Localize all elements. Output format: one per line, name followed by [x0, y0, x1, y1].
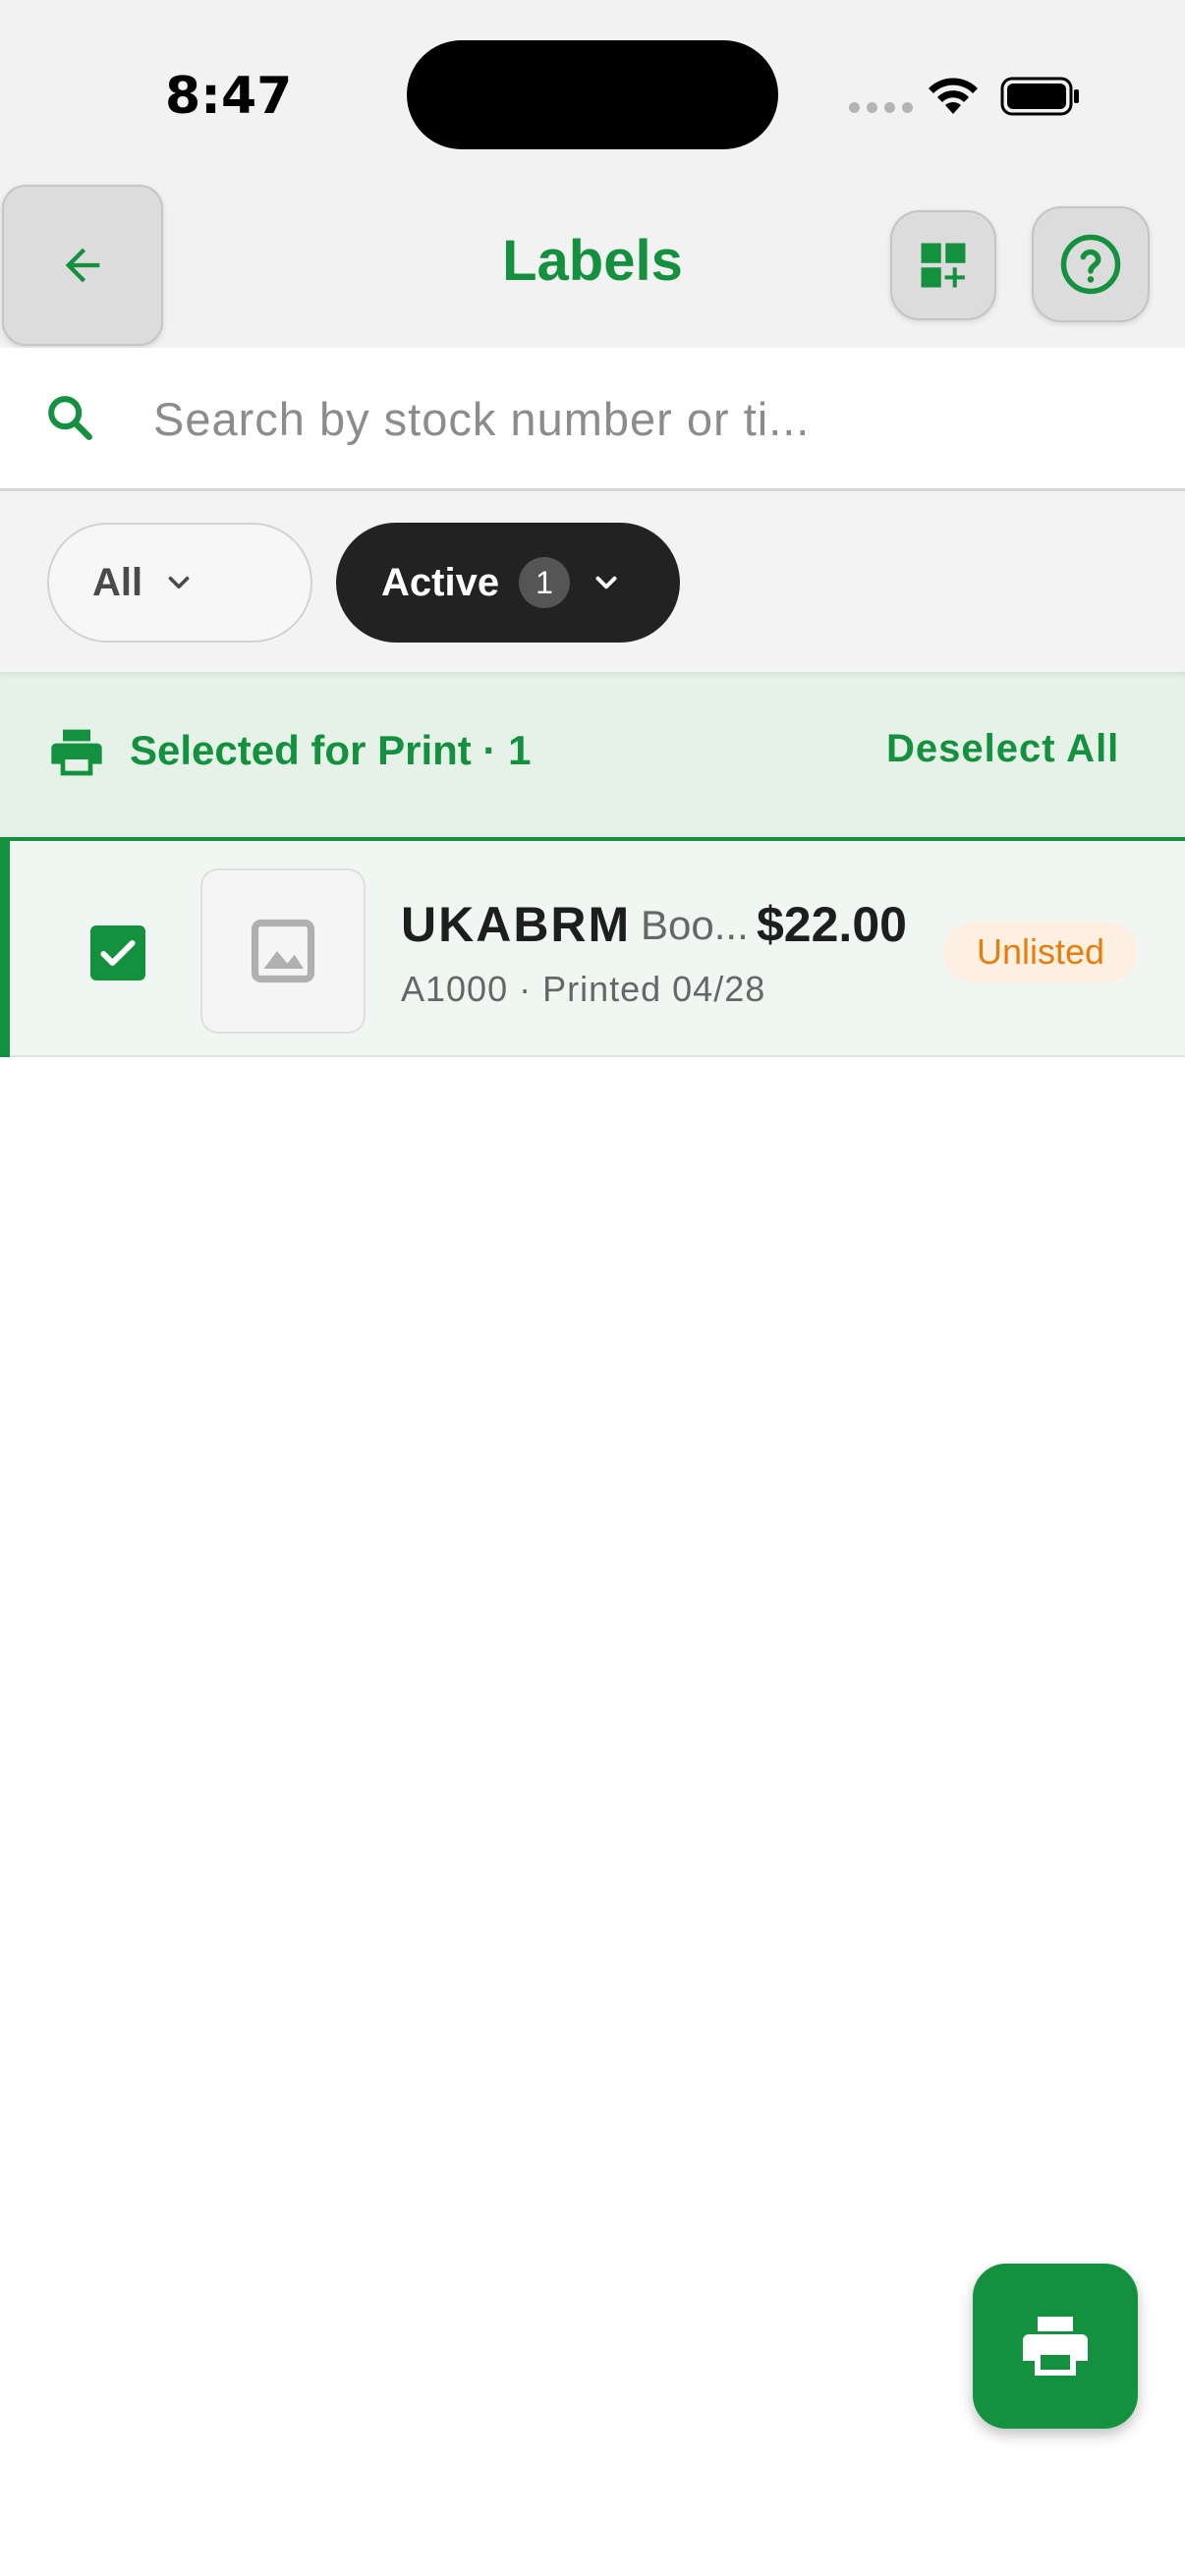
printer-icon	[51, 729, 102, 776]
battery-icon	[1000, 77, 1079, 116]
image-placeholder-icon	[251, 919, 315, 983]
filter-count-badge: 1	[519, 557, 571, 608]
selected-count-text: Selected for Print · 1	[130, 727, 532, 773]
check-icon	[100, 939, 136, 967]
printer-icon	[1023, 2317, 1088, 2376]
status-time: 8:47	[165, 67, 293, 126]
item-title: Boo...	[641, 902, 749, 948]
chevron-down-icon	[595, 576, 617, 589]
filter-all-label: All	[92, 560, 143, 604]
cellular-signal-icon	[849, 102, 913, 113]
search-icon	[48, 396, 92, 440]
list-item[interactable]: UKABRM Boo... $22.00 A1000 · Printed 04/…	[0, 837, 1185, 1057]
filter-active-dropdown[interactable]: Active 1	[336, 523, 680, 643]
item-thumbnail	[200, 868, 366, 1034]
chevron-down-icon	[168, 576, 190, 589]
item-code: UKABRM	[401, 897, 632, 952]
item-price: $22.00	[757, 897, 907, 952]
arrow-left-icon	[65, 248, 100, 283]
search-bar	[0, 348, 1185, 491]
wifi-icon	[929, 78, 978, 114]
print-fab-button[interactable]	[973, 2264, 1138, 2429]
filter-active-label: Active	[381, 560, 500, 604]
back-button[interactable]	[2, 185, 163, 346]
filter-row: All Active 1	[0, 491, 1185, 672]
help-circle-icon	[1060, 234, 1121, 295]
selection-banner: Selected for Print · 1 Deselect All	[0, 672, 1185, 837]
add-label-button[interactable]	[890, 210, 996, 320]
page-title: Labels	[502, 229, 683, 293]
status-badge: Unlisted	[943, 922, 1138, 982]
item-checkbox[interactable]	[90, 925, 145, 980]
item-meta: A1000 · Printed 04/28	[401, 969, 766, 1009]
search-input[interactable]	[153, 383, 1146, 454]
deselect-all-button[interactable]: Deselect All	[886, 727, 1119, 771]
dynamic-island	[407, 40, 778, 149]
selected-accent-bar	[0, 841, 10, 1057]
filter-all-dropdown[interactable]: All	[47, 523, 312, 643]
grid-add-icon	[921, 243, 966, 288]
help-button[interactable]	[1032, 206, 1150, 322]
